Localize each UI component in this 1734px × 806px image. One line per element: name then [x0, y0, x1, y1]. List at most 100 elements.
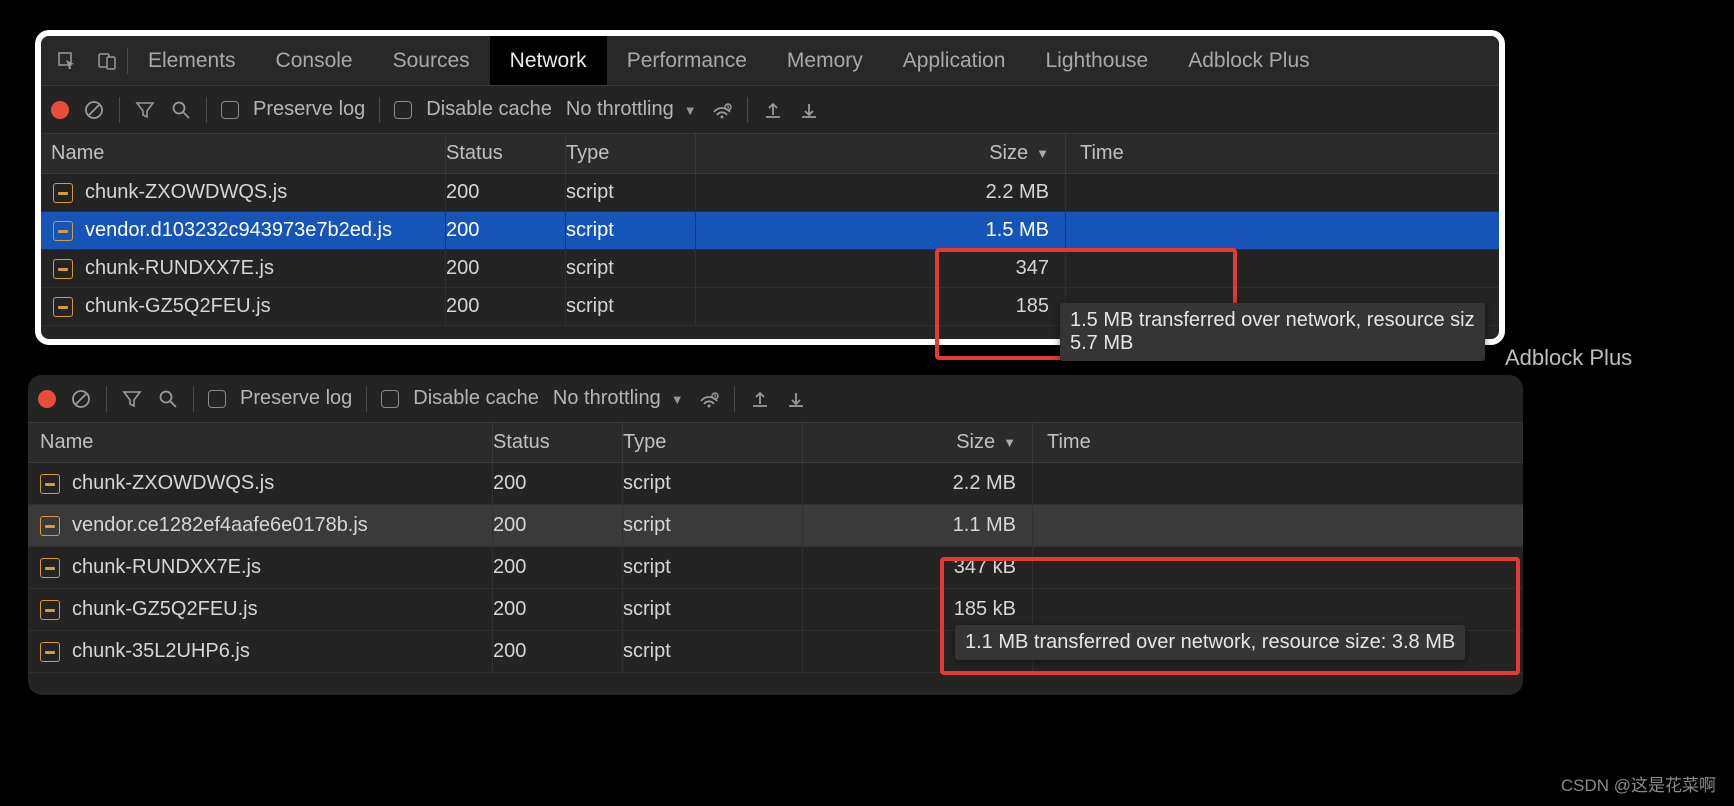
time-cell	[1066, 250, 1499, 287]
search-icon[interactable]	[157, 389, 179, 409]
filter-icon[interactable]	[134, 100, 156, 120]
js-file-icon	[40, 558, 60, 578]
table-row[interactable]: chunk-ZXOWDWQS.js200script2.2 MB	[28, 463, 1523, 505]
tab-network[interactable]: Network	[490, 36, 607, 85]
tab-console[interactable]: Console	[256, 36, 373, 85]
device-toggle-icon[interactable]	[87, 51, 127, 71]
type-cell: script	[566, 288, 696, 325]
time-cell	[1066, 212, 1499, 249]
chevron-down-icon: ▼	[671, 392, 684, 407]
search-icon[interactable]	[170, 100, 192, 120]
js-file-icon	[53, 259, 73, 279]
record-button[interactable]	[38, 390, 56, 408]
sort-desc-icon: ▼	[1036, 146, 1049, 161]
tab-memory[interactable]: Memory	[767, 36, 883, 85]
file-name: chunk-35L2UHP6.js	[72, 640, 250, 663]
upload-har-icon[interactable]	[762, 100, 784, 120]
js-file-icon	[40, 600, 60, 620]
col-status[interactable]: Status	[493, 423, 623, 462]
time-cell	[1033, 547, 1523, 588]
network-conditions-icon[interactable]	[698, 388, 720, 410]
tab-lighthouse[interactable]: Lighthouse	[1025, 36, 1168, 85]
inspect-icon[interactable]	[47, 51, 87, 71]
preserve-log-checkbox[interactable]	[208, 390, 226, 408]
tab-performance[interactable]: Performance	[607, 36, 767, 85]
size-cell: 1.5 MB	[696, 212, 1066, 249]
col-type[interactable]: Type	[623, 423, 803, 462]
network-toolbar: Preserve log Disable cache No throttling…	[41, 86, 1499, 134]
table-row[interactable]: chunk-RUNDXX7E.js 200script347 kB	[28, 547, 1523, 589]
size-cell: 347 kB	[803, 547, 1033, 588]
col-name[interactable]: Name	[28, 423, 493, 462]
disable-cache-checkbox[interactable]	[381, 390, 399, 408]
divider	[106, 386, 107, 412]
throttling-select[interactable]: No throttling▼	[553, 387, 684, 410]
preserve-log-label: Preserve log	[240, 387, 352, 410]
tab-sources[interactable]: Sources	[373, 36, 490, 85]
col-name[interactable]: Name	[41, 134, 446, 173]
table-row[interactable]: chunk-RUNDXX7E.js 200script347	[41, 250, 1499, 288]
chevron-down-icon: ▼	[684, 103, 697, 118]
disable-cache-checkbox[interactable]	[394, 101, 412, 119]
type-cell: script	[623, 589, 803, 630]
tab-application[interactable]: Application	[883, 36, 1026, 85]
table-row[interactable]: vendor.d103232c943973e7b2ed.js200script1…	[41, 212, 1499, 250]
file-name: vendor.ce1282ef4aafe6e0178b.js	[72, 514, 368, 537]
col-time[interactable]: Time	[1033, 423, 1523, 462]
js-file-icon	[40, 516, 60, 536]
time-cell	[1033, 505, 1523, 546]
file-name: chunk-RUNDXX7E.js	[72, 556, 261, 579]
status-cell: 200	[446, 174, 566, 211]
network-toolbar-bottom: Preserve log Disable cache No throttling…	[28, 375, 1523, 423]
table-row[interactable]: chunk-ZXOWDWQS.js200script2.2 MB	[41, 174, 1499, 212]
clear-icon[interactable]	[83, 99, 105, 121]
size-cell: 2.2 MB	[696, 174, 1066, 211]
status-cell: 200	[493, 547, 623, 588]
filter-icon[interactable]	[121, 389, 143, 409]
sort-desc-icon: ▼	[1003, 435, 1016, 450]
network-conditions-icon[interactable]	[711, 99, 733, 121]
divider	[119, 97, 120, 123]
preserve-log-label: Preserve log	[253, 98, 365, 121]
file-name: chunk-GZ5Q2FEU.js	[72, 598, 258, 621]
preserve-log-checkbox[interactable]	[221, 101, 239, 119]
type-cell: script	[566, 250, 696, 287]
js-file-icon	[40, 474, 60, 494]
divider	[379, 97, 380, 123]
tab-adblock[interactable]: Adblock Plus	[1168, 36, 1329, 85]
col-size[interactable]: Size▼	[696, 134, 1066, 173]
table-row[interactable]: vendor.ce1282ef4aafe6e0178b.js200script1…	[28, 505, 1523, 547]
divider	[206, 97, 207, 123]
status-cell: 200	[493, 505, 623, 546]
divider	[193, 386, 194, 412]
status-cell: 200	[493, 631, 623, 672]
size-tooltip-top: 1.5 MB transferred over network, resourc…	[1060, 303, 1485, 361]
col-time[interactable]: Time	[1066, 134, 1499, 173]
status-cell: 200	[446, 250, 566, 287]
col-type[interactable]: Type	[566, 134, 696, 173]
clear-icon[interactable]	[70, 388, 92, 410]
type-cell: script	[566, 174, 696, 211]
col-size[interactable]: Size▼	[803, 423, 1033, 462]
table-header: Name Status Type Size▼ Time	[41, 134, 1499, 174]
js-file-icon	[40, 642, 60, 662]
js-file-icon	[53, 221, 73, 241]
col-status[interactable]: Status	[446, 134, 566, 173]
divider	[366, 386, 367, 412]
tab-elements[interactable]: Elements	[128, 36, 256, 85]
download-har-icon[interactable]	[798, 100, 820, 120]
throttling-select[interactable]: No throttling▼	[566, 98, 697, 121]
type-cell: script	[623, 547, 803, 588]
file-name: chunk-RUNDXX7E.js	[85, 257, 274, 280]
size-tooltip-bottom: 1.1 MB transferred over network, resourc…	[955, 625, 1465, 660]
size-cell: 347	[696, 250, 1066, 287]
download-har-icon[interactable]	[785, 389, 807, 409]
time-cell	[1033, 463, 1523, 504]
devtools-tabs: Elements Console Sources Network Perform…	[41, 36, 1499, 86]
upload-har-icon[interactable]	[749, 389, 771, 409]
adblock-stray-label: Adblock Plus	[1505, 345, 1632, 371]
time-cell	[1033, 589, 1523, 630]
type-cell: script	[623, 505, 803, 546]
type-cell: script	[623, 631, 803, 672]
record-button[interactable]	[51, 101, 69, 119]
